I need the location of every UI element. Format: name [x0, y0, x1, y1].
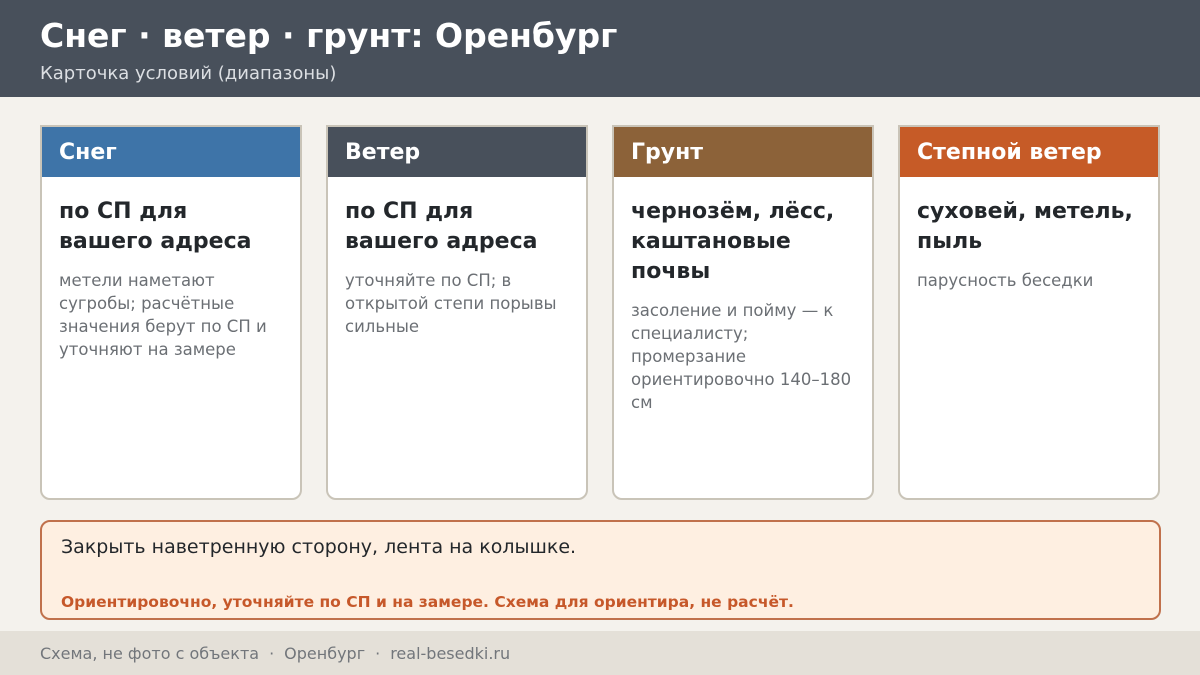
- card-note-steppe-wind: парусность беседки: [917, 271, 1094, 290]
- disclaimer-text: Ориентировочно, уточняйте по СП и на зам…: [61, 593, 794, 611]
- card-header-snow: Снег: [42, 127, 300, 177]
- card-value-steppe-wind: суховей, метель, пыль: [917, 199, 1133, 254]
- card-value-soil: чернозём, лёсс, каштановые почвы: [631, 199, 835, 284]
- card-note-wind: уточняйте по СП; в открытой степи порывы…: [345, 271, 557, 336]
- advice-text: Закрыть наветренную сторону, лента на ко…: [61, 536, 577, 558]
- footer-city: Оренбург: [284, 643, 366, 663]
- card-value-snow: по СП для вашего адреса: [59, 199, 252, 254]
- card-value-wind: по СП для вашего адреса: [345, 199, 538, 254]
- advice-box: Закрыть наветренную сторону, лента на ко…: [40, 520, 1161, 620]
- card-note-soil: засоление и пойму — к специалисту; проме…: [631, 301, 852, 412]
- card-note-snow: метели наметают сугробы; расчётные значе…: [59, 271, 267, 359]
- card-snow: Снег по СП для вашего адреса метели наме…: [40, 125, 302, 500]
- page-title: Снег · ветер · грунт: Оренбург: [40, 16, 618, 55]
- page-subtitle: Карточка условий (диапазоны): [40, 63, 337, 84]
- footer-site-link[interactable]: real-besedki.ru: [390, 644, 510, 663]
- card-steppe-wind: Степной ветер суховей, метель, пыль пару…: [898, 125, 1160, 500]
- card-header-wind: Ветер: [328, 127, 586, 177]
- footer-separator: ·: [375, 643, 381, 663]
- footer-source: Схема, не фото с объекта: [40, 643, 260, 663]
- card-soil: Грунт чернозём, лёсс, каштановые почвы з…: [612, 125, 874, 500]
- card-header-soil: Грунт: [614, 127, 872, 177]
- card-header-steppe-wind: Степной ветер: [900, 127, 1158, 177]
- footer-bar: Схема, не фото с объекта · Оренбург · re…: [0, 631, 1200, 675]
- card-wind: Ветер по СП для вашего адреса уточняйте …: [326, 125, 588, 500]
- footer-separator: ·: [269, 643, 275, 663]
- header-bar: Снег · ветер · грунт: Оренбург Карточка …: [0, 0, 1200, 97]
